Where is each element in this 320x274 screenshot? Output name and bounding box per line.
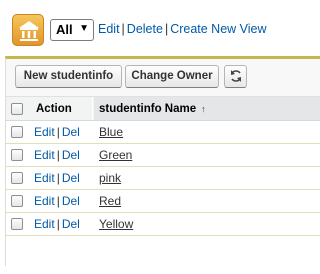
row-actions: Edit | Del: [30, 144, 93, 166]
list-toolbar: New studentinfo Change Owner: [6, 59, 320, 96]
del-link[interactable]: Del: [62, 194, 80, 208]
row-actions: Edit | Del: [30, 190, 93, 212]
edit-link[interactable]: Edit: [34, 194, 55, 208]
records-table: Action studentinfo Name ↑ Edit | Del Blue Edi…: [6, 96, 320, 274]
del-link[interactable]: Del: [62, 125, 80, 139]
record-name-link[interactable]: pink: [99, 171, 121, 185]
name-cell: Green: [94, 144, 320, 166]
separator: |: [56, 217, 60, 231]
edit-link[interactable]: Edit: [34, 148, 55, 162]
separator: |: [56, 194, 60, 208]
table-row: Edit | Del Yellow: [6, 213, 320, 236]
select-all-checkbox[interactable]: [11, 103, 23, 115]
refresh-icon: [230, 70, 241, 82]
table-header: Action studentinfo Name ↑: [6, 97, 320, 121]
row-checkbox[interactable]: [11, 195, 23, 207]
edit-view-link[interactable]: Edit: [98, 22, 120, 36]
building-icon: [12, 14, 44, 46]
separator: |: [121, 22, 125, 36]
delete-view-link[interactable]: Delete: [127, 22, 163, 36]
action-column-header: Action: [30, 97, 93, 120]
view-select[interactable]: All ▼: [50, 19, 94, 41]
refresh-button[interactable]: [224, 65, 247, 88]
row-checkbox[interactable]: [11, 149, 23, 161]
name-cell: Blue: [94, 121, 320, 143]
sort-ascending-icon: ↑: [201, 104, 206, 114]
row-checkbox[interactable]: [11, 172, 23, 184]
record-name-link[interactable]: Yellow: [99, 217, 133, 231]
edit-link[interactable]: Edit: [34, 217, 55, 231]
record-name-link[interactable]: Blue: [99, 125, 123, 139]
create-new-view-link[interactable]: Create New View: [170, 22, 266, 36]
table-row: Edit | Del Green: [6, 144, 320, 167]
separator: |: [56, 171, 60, 185]
name-cell: Yellow: [94, 213, 320, 235]
edit-link[interactable]: Edit: [34, 171, 55, 185]
new-studentinfo-button[interactable]: New studentinfo: [15, 65, 122, 88]
name-column-label: studentinfo Name: [99, 103, 197, 115]
row-checkbox[interactable]: [11, 218, 23, 230]
change-owner-button[interactable]: Change Owner: [125, 65, 219, 88]
view-links: Edit | Delete | Create New View: [98, 22, 267, 36]
dropdown-arrow-icon: ▼: [79, 23, 89, 34]
list-panel: New studentinfo Change Owner Action stud…: [5, 56, 320, 274]
edit-link[interactable]: Edit: [34, 125, 55, 139]
record-name-link[interactable]: Green: [99, 148, 132, 162]
record-name-link[interactable]: Red: [99, 194, 121, 208]
name-cell: pink: [94, 167, 320, 189]
row-actions: Edit | Del: [30, 167, 93, 189]
list-view-header: All ▼ Edit | Delete | Create New View: [0, 0, 316, 56]
del-link[interactable]: Del: [62, 171, 80, 185]
name-cell: Red: [94, 190, 320, 212]
name-column-header[interactable]: studentinfo Name ↑: [94, 97, 320, 120]
separator: |: [56, 148, 60, 162]
del-link[interactable]: Del: [62, 148, 80, 162]
view-select-value: All: [56, 22, 73, 37]
del-link[interactable]: Del: [62, 217, 80, 231]
table-row: Edit | Del pink: [6, 167, 320, 190]
table-row: Edit | Del Blue: [6, 121, 320, 144]
table-row: Edit | Del Red: [6, 190, 320, 213]
table-empty-area: [6, 236, 320, 274]
separator: |: [56, 125, 60, 139]
row-checkbox[interactable]: [11, 126, 23, 138]
row-actions: Edit | Del: [30, 213, 93, 235]
row-actions: Edit | Del: [30, 121, 93, 143]
